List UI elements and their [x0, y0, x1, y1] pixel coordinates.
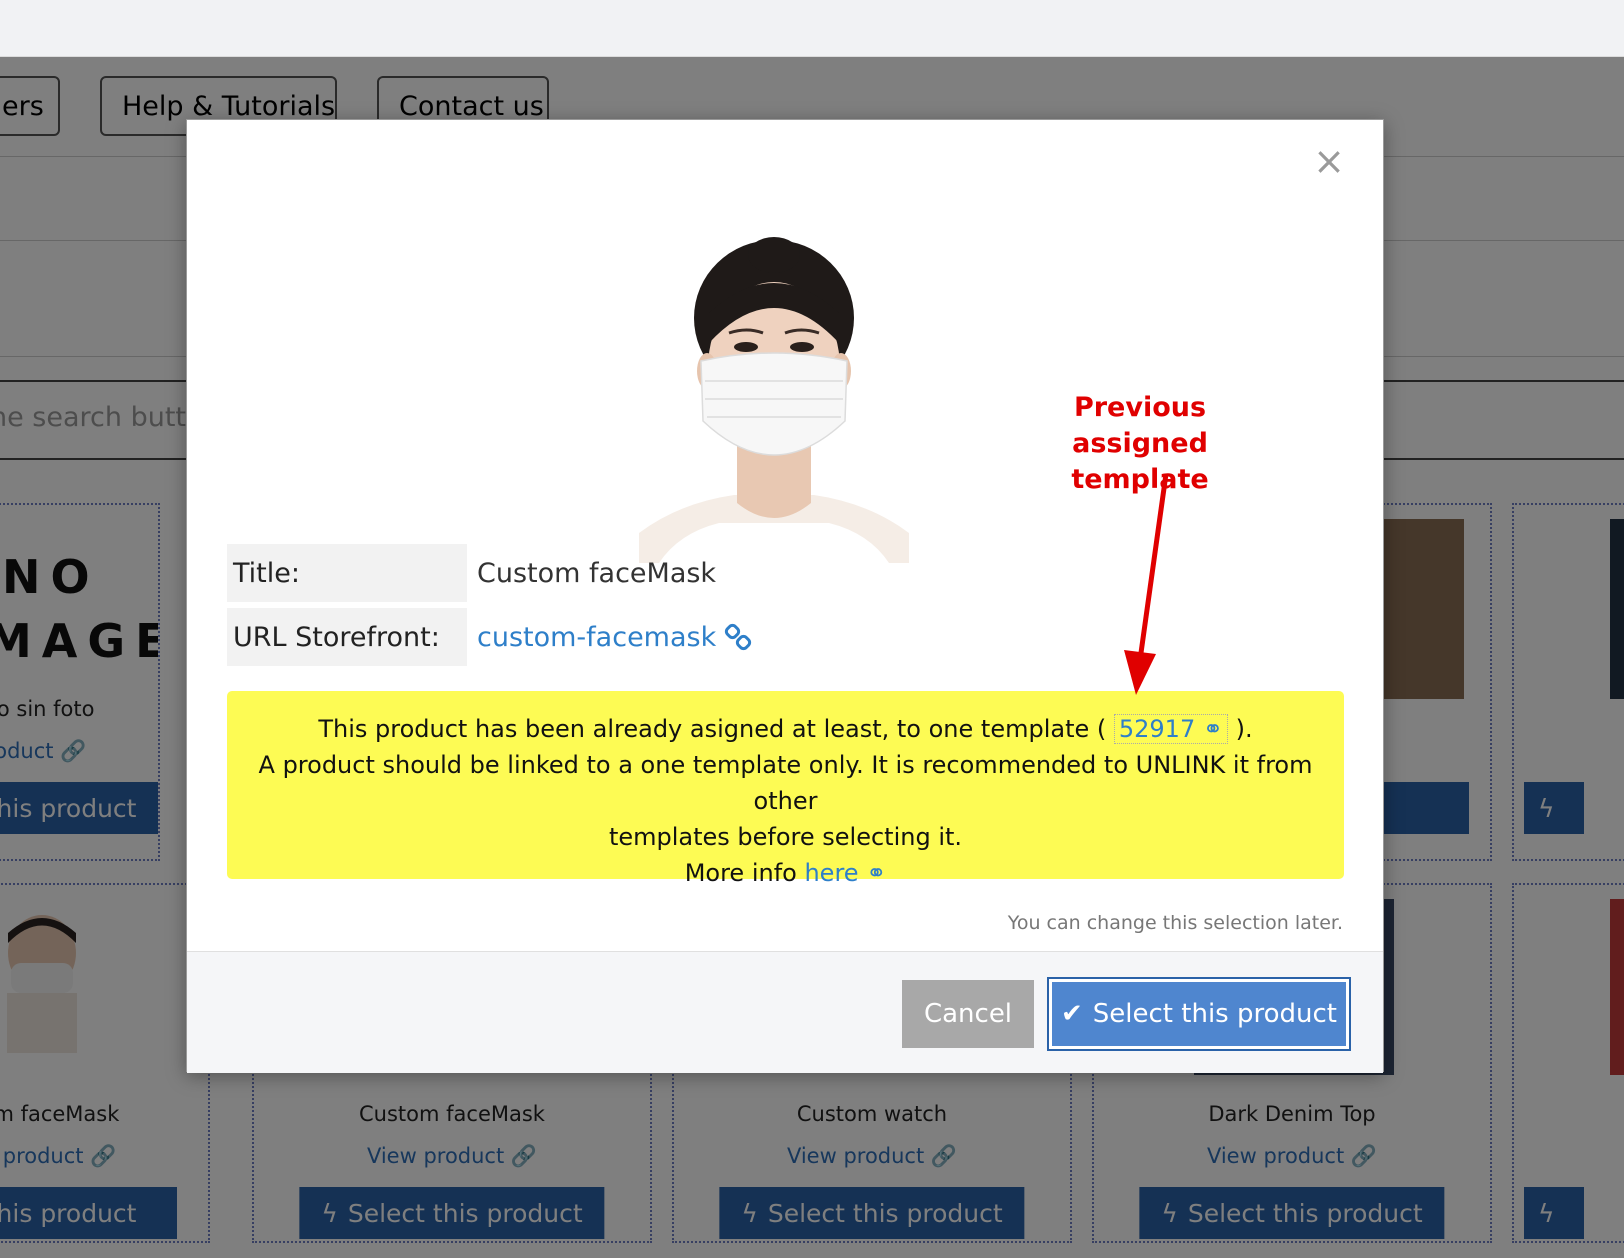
check-icon: ✔: [1061, 999, 1083, 1029]
title-value: Custom faceMask: [477, 557, 717, 589]
title-label: Title:: [227, 544, 467, 602]
url-row: URL Storefront: custom-facemask: [227, 608, 1327, 666]
select-product-modal: × Title: Custom faceMask URL Storefront:…: [186, 119, 1384, 1073]
close-icon[interactable]: ×: [1313, 142, 1345, 180]
cancel-button[interactable]: Cancel: [902, 980, 1034, 1048]
select-product-button[interactable]: ✔ Select this product: [1047, 977, 1351, 1051]
annotation-label: Previous assigned template: [1071, 392, 1209, 495]
url-label: URL Storefront:: [227, 608, 467, 666]
warning-line: A product should be linked to a one temp…: [258, 751, 1313, 815]
browser-toolbar: [0, 0, 1624, 57]
change-later-note: You can change this selection later.: [1007, 912, 1343, 934]
link-icon: ⚭: [866, 859, 887, 887]
template-id-link[interactable]: 52917 ⚭: [1113, 714, 1228, 744]
url-value: custom-facemask: [477, 621, 717, 653]
more-info-line: More info here ⚭: [684, 859, 887, 887]
warning-line: This product has been already asigned at…: [318, 714, 1253, 744]
link-icon: [725, 623, 752, 651]
warning-line: templates before selecting it.: [608, 823, 963, 851]
product-image: [639, 233, 909, 563]
url-storefront-link[interactable]: custom-facemask: [477, 608, 752, 666]
more-info-link[interactable]: here ⚭: [804, 859, 886, 887]
link-icon: ⚭: [1202, 715, 1223, 743]
already-assigned-warning: This product has been already asigned at…: [227, 691, 1344, 887]
modal-footer: Cancel ✔ Select this product: [187, 951, 1383, 1073]
title-row: Title: Custom faceMask: [227, 544, 1327, 602]
